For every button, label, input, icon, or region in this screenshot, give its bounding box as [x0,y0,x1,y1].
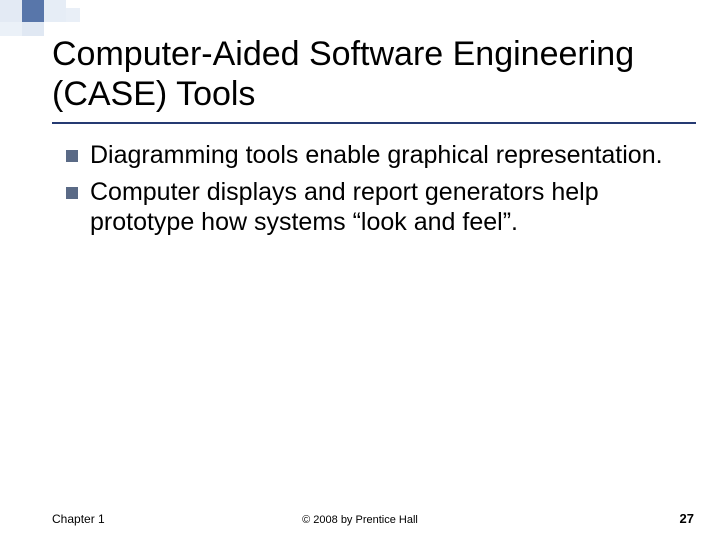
list-item: Diagramming tools enable graphical repre… [66,140,692,171]
deco-square [66,8,80,22]
slide-footer: Chapter 1 © 2008 by Prentice Hall 27 [0,506,720,526]
deco-square [22,22,44,36]
footer-copyright: © 2008 by Prentice Hall [0,514,720,526]
title-underline [52,122,696,124]
bullet-square-icon [66,150,78,162]
list-item: Computer displays and report generators … [66,177,692,238]
bullet-text: Diagramming tools enable graphical repre… [90,140,663,171]
bullet-square-icon [66,187,78,199]
deco-square [22,0,44,22]
bullet-list: Diagramming tools enable graphical repre… [66,140,692,244]
bullet-text: Computer displays and report generators … [90,177,692,238]
corner-decoration [0,0,120,36]
deco-square [0,22,22,36]
deco-square [44,0,66,22]
deco-square [0,0,22,22]
slide-title: Computer-Aided Software Engineering (CAS… [52,34,690,114]
footer-page-number: 27 [680,511,694,526]
